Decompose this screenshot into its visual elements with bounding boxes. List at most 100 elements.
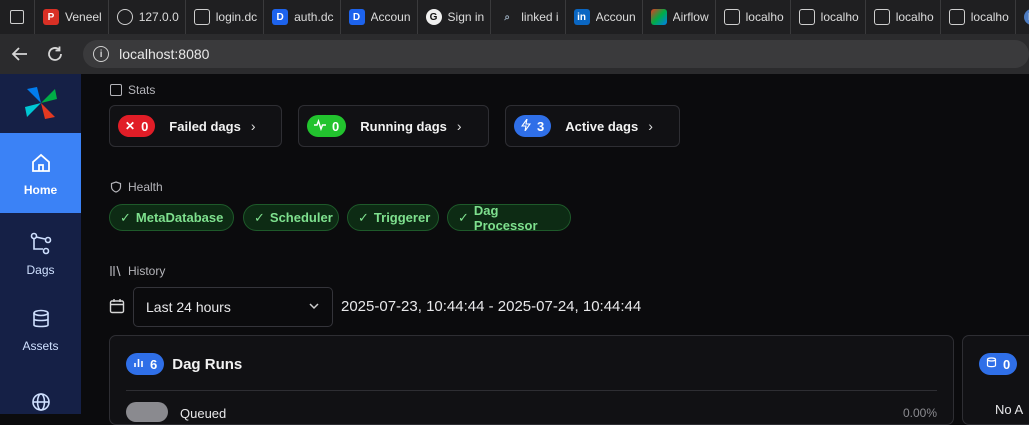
- browser-tab[interactable]: ⌕ linked i: [491, 0, 566, 34]
- browser-tab[interactable]: localho: [716, 0, 791, 34]
- check-icon: ✓: [254, 209, 265, 225]
- active-count-badge: 3: [514, 115, 552, 137]
- stat-label: Running dags: [360, 118, 447, 134]
- health-badge-triggerer: ✓ Triggerer: [347, 204, 439, 231]
- dag-runs-title: Dag Runs: [172, 355, 243, 373]
- docker-icon: D: [348, 9, 365, 25]
- stat-label: Failed dags: [169, 118, 241, 134]
- sidebar-item-assets[interactable]: Assets: [0, 289, 81, 369]
- main-content: Stats ✕ 0 Failed dags › 0 Running dags › …: [81, 74, 1029, 425]
- airflow-logo[interactable]: [0, 74, 81, 132]
- docker-icon: D: [272, 9, 289, 25]
- stat-label: Active dags: [565, 118, 639, 134]
- stat-card-failed-dags[interactable]: ✕ 0 Failed dags ›: [109, 105, 282, 147]
- health-label: Dag Processor: [473, 202, 538, 233]
- divider: [126, 390, 937, 391]
- file-icon: [948, 9, 965, 25]
- url-field[interactable]: i localhost:8080: [83, 40, 1029, 68]
- sidebar-item-browse[interactable]: [0, 374, 81, 424]
- stat-card-running-dags[interactable]: 0 Running dags ›: [298, 105, 489, 147]
- dag-runs-header: 6 Dag Runs: [126, 353, 242, 375]
- airflow-app: Home Dags Assets Stats ✕ 0 Failed dags ›…: [0, 74, 1029, 425]
- assets-count-badge: 0: [979, 353, 1018, 375]
- browser-tab[interactable]: in Accoun: [566, 0, 643, 34]
- globe-icon: [27, 388, 55, 416]
- tab-list-icon[interactable]: [10, 10, 24, 24]
- dag-runs-panel: 6 Dag Runs Queued 0.00%: [109, 335, 954, 425]
- airflow-icon: [650, 9, 667, 25]
- linkedin-icon: in: [573, 9, 590, 25]
- info-icon[interactable]: i: [93, 46, 110, 62]
- health-badge-scheduler: ✓ Scheduler: [243, 204, 339, 231]
- sidebar-item-label: Dags: [26, 263, 55, 277]
- assets-panel: 0 No A: [962, 335, 1029, 425]
- tab-tabsearch[interactable]: [0, 0, 35, 34]
- sidebar-item-label: Home: [23, 183, 58, 197]
- browser-tab[interactable]: K: [1016, 0, 1029, 34]
- browser-tab[interactable]: login.dc: [186, 0, 265, 34]
- dags-icon: [27, 229, 55, 257]
- running-count-badge: 0: [307, 115, 347, 137]
- home-icon: [27, 149, 55, 177]
- browser-tab[interactable]: localho: [941, 0, 1016, 34]
- file-icon: [873, 9, 890, 25]
- back-button[interactable]: [6, 40, 34, 68]
- browser-tab[interactable]: 127.0.0: [109, 0, 186, 34]
- health-label: Scheduler: [269, 210, 333, 225]
- calendar-icon: [109, 299, 125, 314]
- keycloak-icon: K: [1023, 9, 1029, 25]
- browser-tab[interactable]: localho: [791, 0, 866, 34]
- browser-tab[interactable]: Dauth.dc: [264, 0, 341, 34]
- count: 0: [141, 118, 149, 134]
- assets-empty-text: No A: [995, 402, 1024, 417]
- count: 0: [1003, 356, 1011, 372]
- state-percentage: 0.00%: [902, 406, 937, 420]
- bar-chart-icon: [133, 357, 144, 371]
- database-icon: [27, 305, 55, 333]
- count: 3: [537, 118, 545, 134]
- count: 6: [150, 356, 158, 372]
- history-label: History: [128, 264, 166, 278]
- arrow-left-icon: [11, 47, 27, 61]
- url-text: localhost:8080: [119, 46, 210, 62]
- health-label: MetaDatabase: [135, 210, 224, 225]
- sidebar: Home Dags Assets: [0, 74, 81, 414]
- browser-tab[interactable]: Airflow: [643, 0, 716, 34]
- sidebar-item-home[interactable]: Home: [0, 133, 81, 213]
- stats-section-label: Stats: [110, 83, 155, 97]
- shield-icon: [110, 181, 122, 193]
- count: 0: [332, 118, 340, 134]
- browser-tab[interactable]: D Accoun: [341, 0, 418, 34]
- address-bar: i localhost:8080: [0, 34, 1029, 74]
- browser-tab[interactable]: G Sign in: [418, 0, 492, 34]
- reload-button[interactable]: [42, 40, 70, 68]
- time-range-select[interactable]: Last 24 hours: [133, 287, 333, 327]
- file-icon: [798, 9, 815, 25]
- search-icon: ⌕: [504, 11, 511, 23]
- assets-header: 0: [979, 353, 1018, 375]
- date-range-text: 2025-07-23, 10:44:44 - 2025-07-24, 10:44…: [341, 298, 642, 315]
- stat-card-active-dags[interactable]: 3 Active dags ›: [505, 105, 680, 147]
- chevron-right-icon: ›: [250, 118, 256, 134]
- failed-count-badge: ✕ 0: [118, 115, 156, 137]
- airflow-logo-icon: [24, 87, 57, 119]
- health-badge-metadatabase: ✓ MetaDatabase: [109, 204, 234, 231]
- chevron-right-icon: ›: [648, 118, 653, 134]
- health-label: Triggerer: [373, 210, 431, 225]
- file-icon: [193, 9, 210, 25]
- time-range-value: Last 24 hours: [146, 299, 231, 315]
- browser-tab[interactable]: P Veneel: [35, 0, 109, 34]
- sidebar-item-label: Assets: [22, 339, 59, 353]
- stats-label: Stats: [128, 83, 156, 97]
- square-icon: [110, 84, 122, 96]
- browser-tab[interactable]: localho: [866, 0, 941, 34]
- history-section-label: History: [110, 264, 165, 278]
- chevron-right-icon: ›: [456, 118, 462, 134]
- history-icon: [110, 265, 122, 277]
- health-badge-dag-processor: ✓ Dag Processor: [447, 202, 571, 233]
- dag-runs-count-badge: 6: [126, 353, 165, 375]
- check-icon: ✓: [358, 209, 369, 225]
- health-label: Health: [128, 180, 163, 194]
- reload-icon: [48, 46, 63, 61]
- sidebar-item-dags[interactable]: Dags: [0, 213, 81, 293]
